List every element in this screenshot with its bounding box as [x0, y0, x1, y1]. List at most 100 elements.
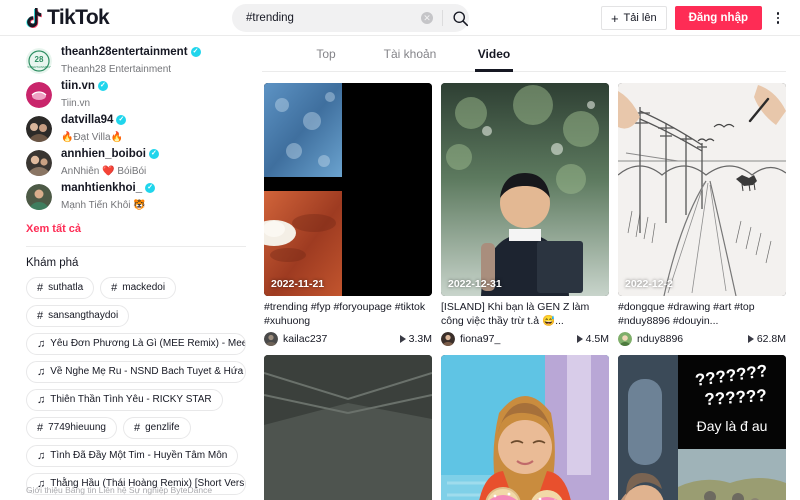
- hashtag-icon: #: [111, 282, 118, 294]
- discover-chip-music[interactable]: ♫ Thiên Thần Tình Yêu - RICKY STAR: [26, 389, 223, 411]
- video-meta: kailac237 3.3M: [264, 332, 432, 346]
- video-date: 2022-11-21: [271, 278, 325, 290]
- sidebar-account-2[interactable]: datvilla94 ✓ 🔥Đạt Villa🔥: [26, 112, 246, 146]
- page-body: 28 ENTERTAINMENT theanh28entertainment ✓…: [0, 36, 800, 500]
- plus-icon: +: [610, 10, 619, 26]
- video-thumbnail[interactable]: [441, 355, 609, 500]
- discover-chip-hashtag[interactable]: # 7749hieuung: [26, 417, 117, 439]
- verified-badge-icon: ✓: [97, 81, 108, 91]
- account-name-text: manhtienkhoi_: [61, 181, 143, 194]
- sidebar-divider: [26, 246, 246, 247]
- music-note-icon: ♫: [37, 366, 46, 378]
- hashtag-icon: #: [37, 282, 44, 294]
- search-divider: [442, 10, 443, 26]
- search-icon[interactable]: [452, 10, 469, 27]
- music-note-icon: ♫: [37, 394, 46, 406]
- video-card[interactable]: 2022-11-21 #trending #fyp #foryoupage #t…: [264, 83, 432, 346]
- account-subtitle: Tiin.vn: [61, 97, 91, 109]
- tab-video[interactable]: Video: [452, 36, 536, 72]
- sidebar-account-3[interactable]: annhien_boiboi ✓ AnNhiên ❤️ BóiBói: [26, 146, 246, 180]
- video-grid: 2022-11-21 #trending #fyp #foryoupage #t…: [262, 72, 786, 500]
- account-name-text: tiin.vn: [61, 79, 95, 92]
- avatar: [26, 184, 52, 210]
- chip-label: Tình Đã Đầy Một Tim - Huyền Tâm Môn: [50, 450, 228, 461]
- video-date: 2022-12-2: [625, 278, 673, 290]
- discover-chip-music[interactable]: ♫ Tình Đã Đầy Một Tim - Huyền Tâm Môn: [26, 445, 239, 467]
- author-avatar[interactable]: [264, 332, 278, 346]
- discover-chip-music[interactable]: ♫ Yêu Đơn Phương Là Gì (MEE Remix) - Mee…: [26, 333, 246, 355]
- search-input[interactable]: [232, 5, 397, 31]
- search-bar[interactable]: ✕: [232, 4, 469, 32]
- sidebar-account-0[interactable]: 28 ENTERTAINMENT theanh28entertainment ✓…: [26, 44, 246, 78]
- author-avatar[interactable]: [441, 332, 455, 346]
- music-note-icon: ♫: [37, 338, 46, 350]
- chip-label: suthatla: [48, 282, 84, 293]
- sidebar-footer-links[interactable]: Giới thiệu Bảng tin Liên hệ Sự nghiệp By…: [26, 484, 256, 496]
- search-result-tabs: Top Tài khoản Video: [262, 36, 786, 72]
- play-icon: [399, 335, 406, 343]
- verified-badge-icon: ✓: [116, 115, 127, 125]
- discover-chip-hashtag[interactable]: # genzlife: [122, 417, 191, 439]
- verified-badge-icon: ✓: [190, 47, 201, 57]
- music-note-icon: ♫: [37, 450, 46, 462]
- video-thumbnail[interactable]: [264, 355, 432, 500]
- app-header: TikTok ✕ + Tải lên Đăng nhập: [0, 0, 800, 36]
- discover-chip-list: # suthatla # mackedoi # sansangthaydoi ♫…: [26, 277, 246, 495]
- author-avatar[interactable]: [618, 332, 632, 346]
- chip-label: sansangthaydoi: [48, 310, 119, 321]
- clear-search-icon[interactable]: ✕: [421, 12, 433, 24]
- account-name-text: theanh28entertainment: [61, 45, 188, 58]
- view-count: 3.3M: [399, 333, 432, 345]
- sidebar-account-4[interactable]: manhtienkhoi_ ✓ Mạnh Tiến Khôi 🐯: [26, 180, 246, 214]
- discover-chip-hashtag[interactable]: # suthatla: [26, 277, 95, 299]
- avatar: [26, 150, 52, 176]
- hashtag-icon: #: [37, 310, 44, 322]
- main-content: Top Tài khoản Video 2022-11-21 #trending…: [262, 36, 800, 500]
- play-icon: [747, 335, 754, 343]
- upload-button[interactable]: + Tải lên: [600, 6, 667, 30]
- author-username[interactable]: nduy8896: [637, 333, 743, 345]
- header-actions: + Tải lên Đăng nhập: [600, 0, 786, 36]
- video-card[interactable]: ??????? ?????? Đay là đ au: [618, 355, 786, 500]
- video-card[interactable]: [441, 355, 609, 500]
- thumbnail-image: ??????? ?????? Đay là đ au: [618, 355, 786, 500]
- login-button[interactable]: Đăng nhập: [674, 6, 762, 30]
- video-caption: [ISLAND] Khi bạn là GEN Z làm công việc …: [441, 301, 590, 327]
- video-thumbnail[interactable]: ??????? ?????? Đay là đ au: [618, 355, 786, 500]
- hashtag-icon: #: [133, 422, 141, 434]
- view-count-text: 3.3M: [408, 333, 432, 345]
- video-card[interactable]: [264, 355, 432, 500]
- discover-chip-hashtag[interactable]: # mackedoi: [100, 277, 177, 299]
- video-caption: #trending #fyp #foryoupage #tiktok #xuhu…: [264, 301, 426, 327]
- thumbnail-image: [441, 83, 609, 296]
- tab-accounts[interactable]: Tài khoản: [368, 36, 452, 72]
- chip-label: 7749hieuung: [48, 422, 106, 433]
- chip-label: genzlife: [145, 422, 180, 433]
- sidebar-account-1[interactable]: tiin.vn ✓ Tiin.vn: [26, 78, 246, 112]
- account-name: annhien_boiboi ✓: [61, 148, 159, 161]
- account-subtitle: 🔥Đạt Villa🔥: [61, 131, 123, 143]
- thumbnail-image: [618, 83, 786, 296]
- play-icon: [576, 335, 583, 343]
- chip-label: Về Nghe Mẹ Ru - NSND Bach Tuyet & Hứa ..…: [50, 366, 246, 377]
- svg-text:Đay là đ au: Đay là đ au: [697, 418, 768, 434]
- kebab-menu-icon[interactable]: [770, 6, 786, 30]
- tab-top[interactable]: Top: [284, 36, 368, 72]
- video-thumbnail[interactable]: 2022-12-2: [618, 83, 786, 296]
- tiktok-logo[interactable]: TikTok: [26, 7, 216, 28]
- view-count-text: 4.5M: [585, 333, 609, 345]
- discover-chip-hashtag[interactable]: # sansangthaydoi: [26, 305, 130, 327]
- hashtag-icon: #: [37, 422, 44, 434]
- author-username[interactable]: kailac237: [283, 333, 395, 345]
- video-thumbnail[interactable]: 2022-11-21: [264, 83, 432, 296]
- video-meta: nduy8896 62.8M: [618, 332, 786, 346]
- discover-chip-music[interactable]: ♫ Về Nghe Mẹ Ru - NSND Bach Tuyet & Hứa …: [26, 361, 246, 383]
- author-username[interactable]: fiona97_: [460, 333, 572, 345]
- account-subtitle: Mạnh Tiến Khôi 🐯: [61, 199, 146, 211]
- account-name: tiin.vn ✓: [61, 80, 108, 93]
- video-card[interactable]: 2022-12-2 #dongque #drawing #art #top #n…: [618, 83, 786, 346]
- see-all-accounts-link[interactable]: Xem tất cả: [26, 223, 246, 235]
- video-card[interactable]: 2022-12-31 [ISLAND] Khi bạn là GEN Z làm…: [441, 83, 609, 346]
- account-subtitle: AnNhiên ❤️ BóiBói: [61, 165, 147, 177]
- video-thumbnail[interactable]: 2022-12-31: [441, 83, 609, 296]
